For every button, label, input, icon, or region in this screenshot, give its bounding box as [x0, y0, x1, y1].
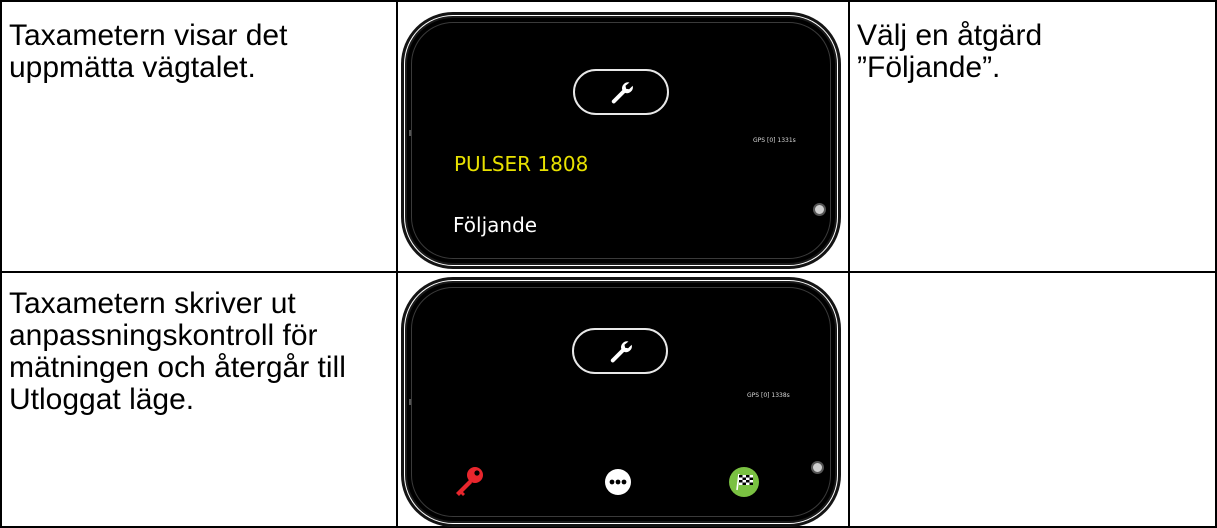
- row1-description: Taxametern visar det uppmätta vägtalet.: [9, 19, 288, 84]
- table-divider-col2: [848, 0, 850, 528]
- wrench-icon: [611, 82, 633, 104]
- instruction-table: Taxametern visar det uppmätta vägtalet. …: [0, 0, 1217, 528]
- wrench-icon: [610, 341, 632, 363]
- finish-button[interactable]: [728, 466, 760, 503]
- row1-instruction: Välj en åtgärd ”Följande”.: [857, 19, 1043, 84]
- table-border-left: [0, 0, 2, 528]
- option-following[interactable]: Följande: [453, 213, 537, 237]
- checkered-flag-icon: [729, 467, 759, 497]
- table-divider-col1: [396, 0, 398, 528]
- gps-status: GPS [0] 1338s: [747, 392, 790, 399]
- camera-icon: [811, 461, 824, 474]
- gps-status: GPS [0] 1331s: [753, 137, 796, 144]
- key-button[interactable]: [451, 463, 487, 504]
- table-border-top: [0, 0, 1217, 2]
- more-button[interactable]: [604, 468, 632, 501]
- pulser-value: PULSER 1808: [454, 152, 589, 176]
- more-icon: [605, 469, 631, 495]
- table-divider-row: [0, 271, 1217, 273]
- camera-icon: [813, 203, 826, 216]
- row2-device-screen: GPS [0] 1338s: [407, 283, 835, 521]
- row2-description: Taxametern skriver ut anpassningskontrol…: [9, 287, 346, 416]
- settings-button[interactable]: [572, 328, 668, 374]
- settings-button[interactable]: [573, 69, 669, 115]
- side-sensor: [409, 130, 411, 136]
- row1-device-screen: GPS [0] 1331s PULSER 1808 Följande: [407, 18, 835, 263]
- side-sensor: [409, 399, 411, 405]
- key-icon: [456, 467, 483, 496]
